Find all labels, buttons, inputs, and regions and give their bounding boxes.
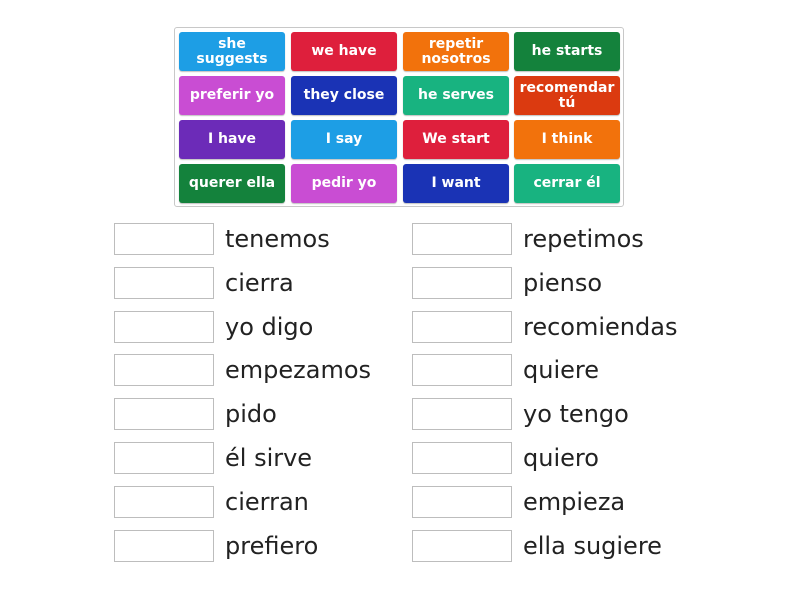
draggable-answer-card[interactable]: I have [179, 120, 285, 159]
drop-slot[interactable] [114, 223, 214, 255]
target-word: repetimos [523, 225, 644, 253]
match-row: ella sugiere [412, 529, 662, 563]
draggable-answer-card[interactable]: querer ella [179, 164, 285, 203]
match-row: pienso [412, 266, 602, 300]
target-word: ella sugiere [523, 532, 662, 560]
target-word: empieza [523, 488, 626, 516]
drop-slot[interactable] [412, 354, 512, 386]
drop-slot[interactable] [412, 311, 512, 343]
match-row: empieza [412, 485, 625, 519]
drop-slot[interactable] [412, 223, 512, 255]
target-word: yo digo [225, 313, 314, 341]
draggable-answer-card[interactable]: pedir yo [291, 164, 397, 203]
drop-slot[interactable] [412, 530, 512, 562]
draggable-answer-card[interactable]: she suggests [179, 32, 285, 71]
match-row: cierran [114, 485, 309, 519]
match-row: prefiero [114, 529, 318, 563]
target-word: recomiendas [523, 313, 678, 341]
target-word: él sirve [225, 444, 313, 472]
drop-slot[interactable] [114, 442, 214, 474]
drop-slot[interactable] [114, 398, 214, 430]
drop-slot[interactable] [412, 398, 512, 430]
drop-slot[interactable] [114, 267, 214, 299]
draggable-answer-card[interactable]: We start [403, 120, 509, 159]
draggable-answer-card[interactable]: he starts [514, 32, 620, 71]
match-row: tenemos [114, 222, 330, 256]
match-row: quiero [412, 441, 599, 475]
drop-slot[interactable] [114, 530, 214, 562]
match-row: repetimos [412, 222, 644, 256]
match-row: quiere [412, 353, 599, 387]
target-word: empezamos [225, 356, 372, 384]
draggable-answer-card[interactable]: recomendar tú [514, 76, 620, 115]
target-word: pienso [523, 269, 603, 297]
match-row: yo tengo [412, 397, 629, 431]
draggable-answer-card[interactable]: cerrar él [514, 164, 620, 203]
target-word: tenemos [225, 225, 330, 253]
target-word: cierra [225, 269, 294, 297]
card-pool: she suggests we have repetir nosotros he st… [174, 27, 624, 207]
drop-slot[interactable] [412, 267, 512, 299]
draggable-answer-card[interactable]: repetir nosotros [403, 32, 509, 71]
match-row: cierra [114, 266, 294, 300]
target-word: quiere [523, 356, 599, 384]
target-word: prefiero [225, 532, 319, 560]
match-row: pido [114, 397, 277, 431]
match-row: yo digo [114, 310, 313, 344]
draggable-answer-card[interactable]: we have [291, 32, 397, 71]
match-row: recomiendas [412, 310, 677, 344]
draggable-answer-card[interactable]: they close [291, 76, 397, 115]
drop-slot[interactable] [114, 486, 214, 518]
drop-slot[interactable] [114, 354, 214, 386]
target-word: pido [225, 400, 277, 428]
match-row: él sirve [114, 441, 312, 475]
target-word: quiero [523, 444, 599, 472]
target-word: yo tengo [523, 400, 629, 428]
target-word: cierran [225, 488, 309, 516]
draggable-answer-card[interactable]: I say [291, 120, 397, 159]
draggable-answer-card[interactable]: he serves [403, 76, 509, 115]
draggable-answer-card[interactable]: preferir yo [179, 76, 285, 115]
match-row: empezamos [114, 353, 371, 387]
draggable-answer-card[interactable]: I want [403, 164, 509, 203]
drop-slot[interactable] [412, 442, 512, 474]
drop-slot[interactable] [412, 486, 512, 518]
drop-slot[interactable] [114, 311, 214, 343]
draggable-answer-card[interactable]: I think [514, 120, 620, 159]
